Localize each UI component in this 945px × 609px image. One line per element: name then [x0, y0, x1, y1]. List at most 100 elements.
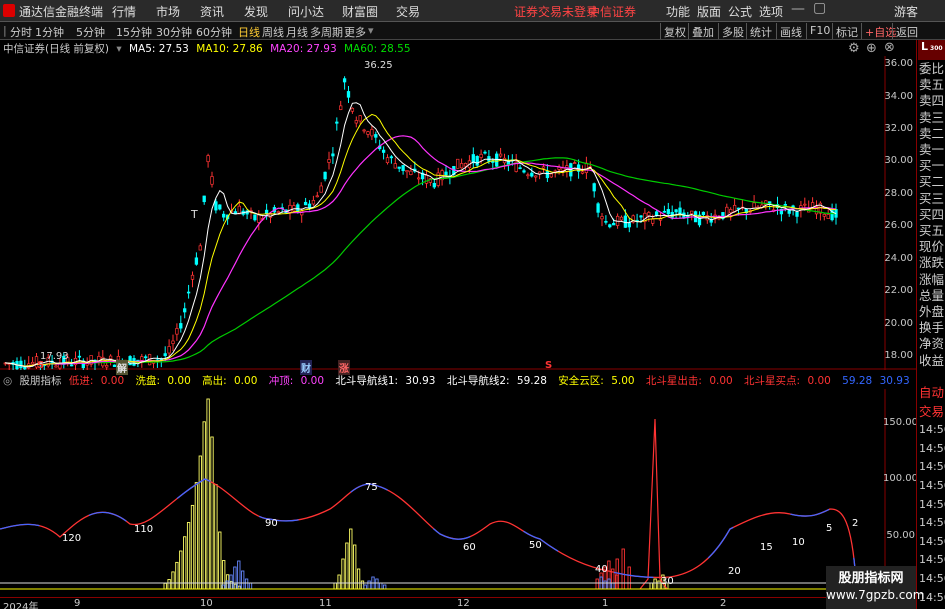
btn-diejia[interactable]: 叠加 [688, 23, 717, 39]
period-15min[interactable]: 15分钟 [116, 24, 152, 40]
candle-body [826, 214, 830, 220]
ma10-label: MA10: 27.86 [196, 43, 263, 55]
indicator-bar [229, 574, 233, 590]
indicator-bar [611, 582, 615, 590]
candle-body [163, 353, 167, 357]
candle-body [175, 328, 179, 335]
ind-val-extra2: 30.93 [879, 375, 910, 387]
candlestick-chart[interactable] [0, 56, 916, 370]
menu-hangqing[interactable]: 行情 [112, 3, 136, 20]
broker-name[interactable]: 中信证券 [588, 3, 636, 20]
indicator-bar [194, 482, 199, 590]
btn-back[interactable]: 返回 [892, 23, 921, 39]
more-chevron-icon[interactable]: ▾ [368, 24, 374, 37]
candle-body [729, 209, 733, 214]
menu-zixun[interactable]: 资讯 [200, 3, 224, 20]
ind-val-chongding: 0.00 [300, 375, 325, 387]
indicator-bar [171, 571, 175, 590]
side-panel-item: 买二 [919, 174, 945, 190]
ma20-label: MA20: 27.93 [270, 43, 337, 55]
candle-body [409, 170, 413, 175]
watermark-logo: 股朋指标网 www.7gpzb.com [826, 566, 924, 609]
indicator-name[interactable]: 股朋指标 [20, 375, 62, 387]
maximize-icon[interactable]: ▢ [813, 0, 826, 16]
indicator-bar [615, 558, 619, 590]
period-weekly[interactable]: 周线 [262, 24, 284, 40]
indicator-chart[interactable] [0, 389, 916, 597]
zoom-in-icon[interactable]: ⊕ [866, 41, 877, 56]
high-price-label: 36.25 [364, 60, 393, 71]
menu-banmian[interactable]: 版面 [697, 3, 721, 20]
indicator-bar [607, 578, 611, 590]
indicator-bar [233, 566, 237, 590]
period-more[interactable]: 更多 [344, 24, 366, 40]
close-chart-icon[interactable]: ⊗ [884, 40, 895, 55]
menu-xuanxiang[interactable]: 选项 [759, 3, 783, 20]
minimize-icon[interactable]: — [791, 1, 805, 17]
menu-faxian[interactable]: 发现 [244, 3, 268, 20]
menu-gongneng[interactable]: 功能 [666, 3, 690, 20]
side-panel-item[interactable]: 自动 [919, 386, 944, 400]
period-multi[interactable]: 多周期 [310, 24, 343, 40]
menu-wenxiaoda[interactable]: 问小达 [288, 3, 324, 20]
trade-login-status[interactable]: 证券交易未登录 [514, 3, 598, 20]
chart-config-icon[interactable]: ⚙ [848, 41, 860, 56]
candle-body [381, 149, 386, 153]
level-badge[interactable]: L 300 [918, 40, 945, 60]
guest-label[interactable]: 游客 [894, 3, 918, 20]
menu-jiaoyi[interactable]: 交易 [396, 3, 420, 20]
candle-body [319, 185, 323, 193]
menu-gongshi[interactable]: 公式 [728, 3, 752, 20]
btn-duogu[interactable]: 多股 [718, 23, 747, 39]
indicator-bar [183, 536, 187, 590]
app-title: 通达信金融终端 [19, 5, 104, 19]
candle-body [105, 365, 109, 368]
side-panel-item: 卖五 [919, 77, 945, 93]
period-fenshi[interactable]: 分时 [10, 24, 32, 40]
menu-caifuquan[interactable]: 财富圈 [342, 3, 378, 20]
candle-body [545, 171, 550, 179]
candle-body [401, 165, 405, 172]
watermark-line1: 股朋指标网 [838, 571, 904, 586]
indicator-bar [163, 582, 167, 590]
period-monthly[interactable]: 月线 [286, 24, 308, 40]
candle-body [366, 131, 370, 135]
period-60min[interactable]: 60分钟 [196, 24, 232, 40]
candle-body [475, 155, 479, 166]
candle-body [315, 195, 319, 198]
settings-dropdown-icon[interactable]: ▾ [116, 43, 121, 55]
indicator-bar [244, 578, 249, 590]
period-1min[interactable]: 1分钟 [35, 24, 64, 40]
pin-icon[interactable]: | [3, 24, 7, 37]
candle-body [647, 212, 651, 217]
side-panel-item[interactable]: 交易 [919, 404, 944, 419]
btn-biaoji[interactable]: 标记 [832, 23, 861, 39]
event-marker-cai[interactable]: 财 [300, 360, 312, 375]
btn-tongji[interactable]: 统计 [746, 23, 775, 39]
candle-body [171, 340, 175, 344]
candle-body [214, 201, 218, 211]
indicator-bar [237, 560, 241, 590]
candle-body [389, 156, 394, 159]
event-marker-zhang[interactable]: 涨 [338, 360, 350, 375]
period-5min[interactable]: 5分钟 [76, 24, 105, 40]
btn-f10[interactable]: F10 [806, 23, 833, 39]
candle-body [627, 222, 631, 228]
wave-label: 15 [760, 542, 773, 553]
candle-body [561, 167, 565, 171]
event-marker-s[interactable]: S [37, 360, 44, 371]
period-30min[interactable]: 30分钟 [156, 24, 192, 40]
candle-body [651, 218, 655, 224]
indicator-bar [225, 580, 229, 590]
side-panel-item: 收益 [919, 352, 945, 368]
period-daily[interactable]: 日线 [238, 24, 260, 40]
btn-huaxian[interactable]: 画线 [776, 23, 805, 39]
event-marker-jie[interactable]: 解 [116, 360, 128, 375]
y-tick: 36.00 [884, 58, 913, 69]
indicator-toggle-icon[interactable]: ◎ [3, 375, 12, 387]
candle-body [186, 291, 191, 294]
menu-shichang[interactable]: 市场 [156, 3, 180, 20]
btn-fuquan[interactable]: 复权 [660, 23, 689, 39]
wave-label: 60 [463, 542, 476, 553]
event-marker-s2[interactable]: S [545, 360, 552, 371]
